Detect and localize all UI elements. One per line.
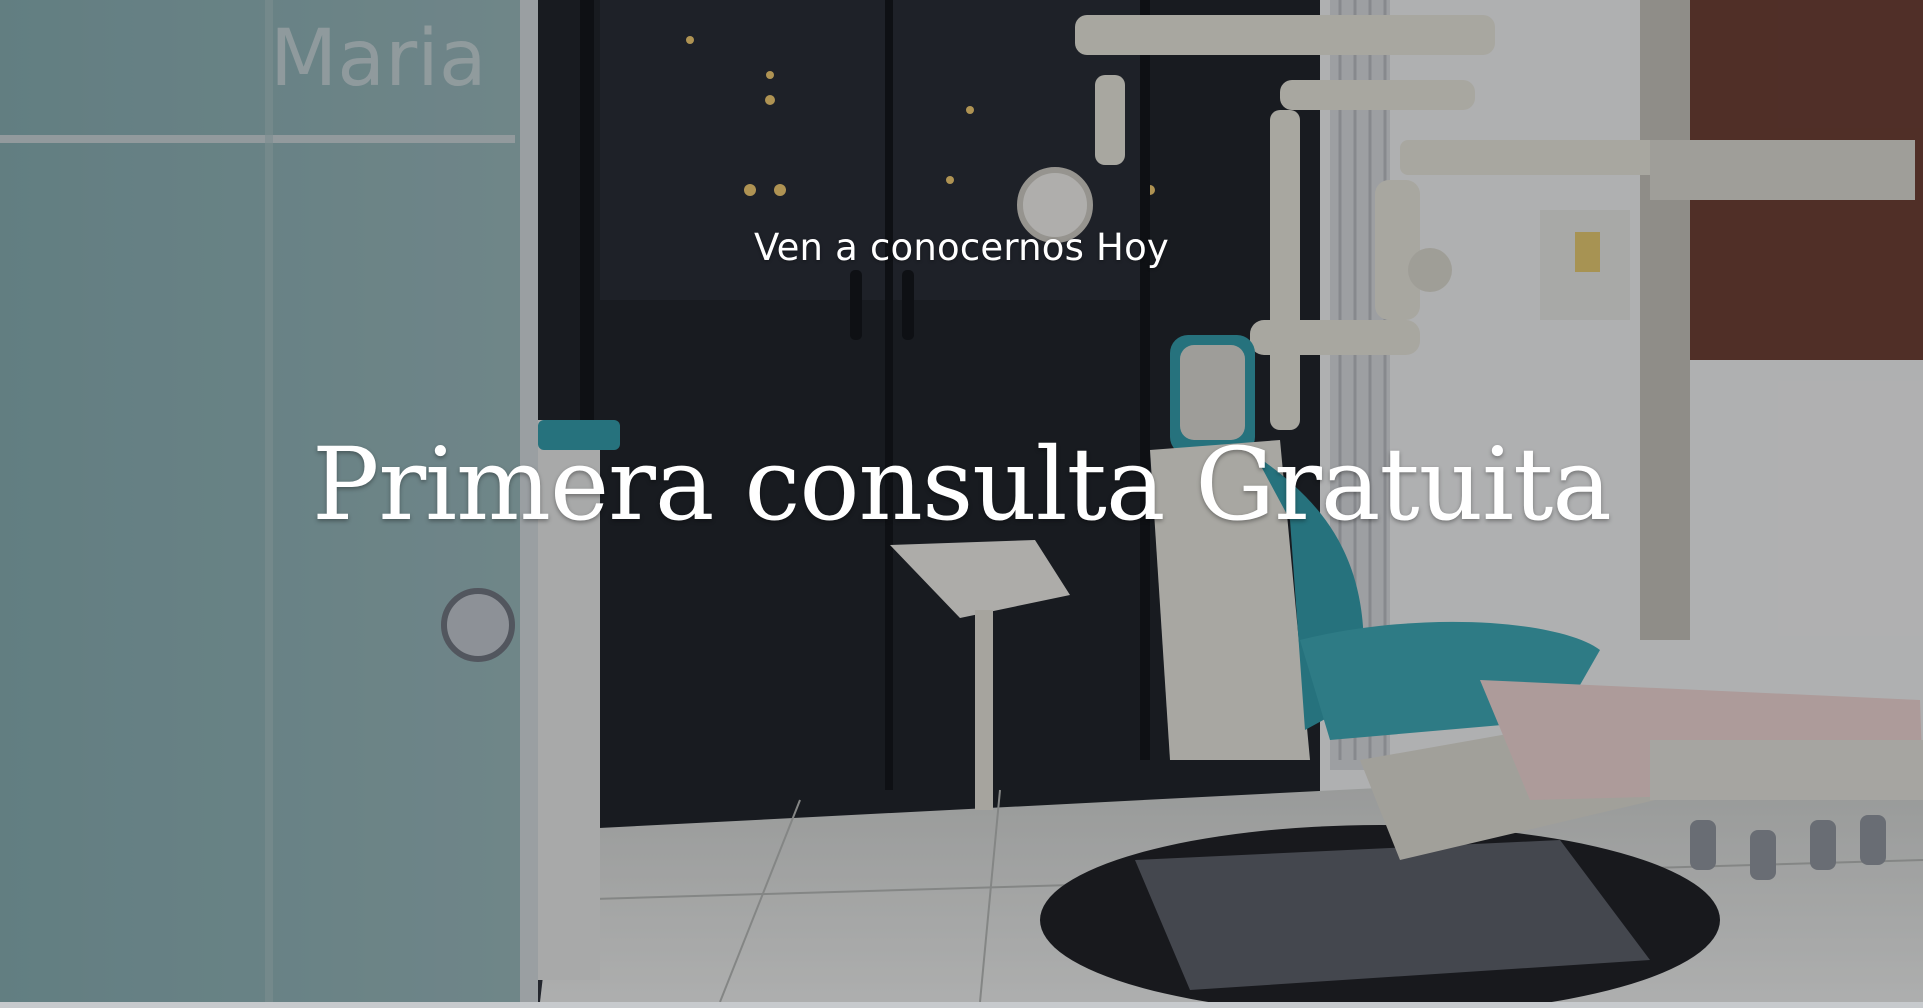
hero-subtitle: Ven a conocernos Hoy: [753, 226, 1170, 269]
hero-section: Maria Ven a conocernos Hoy Primera consu…: [0, 0, 1923, 1002]
section-divider: [0, 1002, 1923, 1008]
hero-content: Ven a conocernos Hoy Primera consulta Gr…: [0, 0, 1923, 1002]
hero-headline: Primera consulta Gratuita: [312, 426, 1612, 543]
